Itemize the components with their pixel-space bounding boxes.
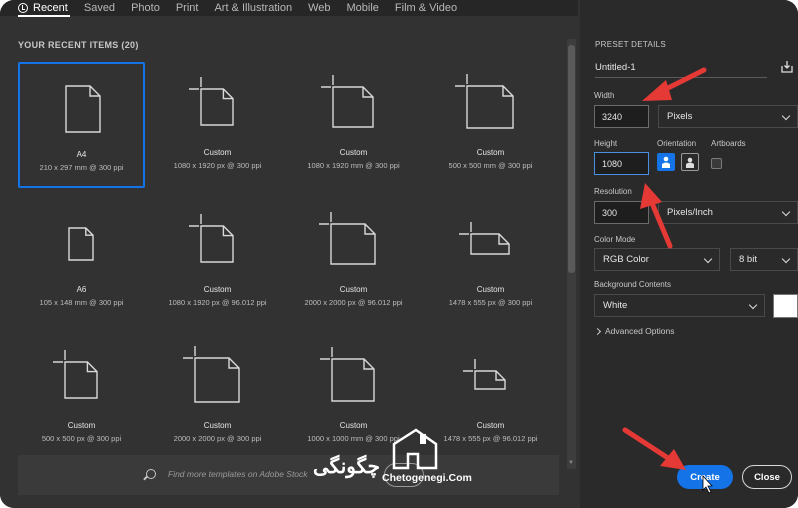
tab-print[interactable]: Print: [176, 2, 199, 14]
tab-photo[interactable]: Photo: [131, 2, 160, 14]
artboards-checkbox[interactable]: [711, 158, 722, 169]
recent-item-size: 500 x 500 px @ 300 ppi: [41, 434, 122, 443]
width-label: Width: [594, 91, 615, 100]
recent-item-name: Custom: [476, 285, 505, 294]
recent-item[interactable]: A6 105 x 148 mm @ 300 ppi: [18, 199, 145, 325]
recent-item-name: Custom: [203, 148, 232, 157]
artboards-label: Artboards: [711, 139, 746, 148]
color-mode-select[interactable]: RGB Color: [594, 248, 720, 271]
chevron-down-icon: [781, 207, 791, 217]
background-contents-label: Background Contents: [594, 280, 671, 289]
recent-item-size: 1478 x 555 px @ 300 ppi: [448, 298, 533, 307]
background-contents-select[interactable]: White: [594, 294, 765, 317]
background-color-swatch[interactable]: [773, 294, 798, 318]
recent-item-name: Custom: [203, 285, 232, 294]
landscape-orientation-button[interactable]: [681, 153, 699, 171]
recent-item-size: 2000 x 2000 px @ 300 ppi: [173, 434, 262, 443]
document-icon: [320, 347, 375, 402]
width-input[interactable]: 3240: [594, 105, 649, 128]
search-input[interactable]: Find more templates on Adobe Stock: [168, 469, 308, 479]
landscape-icon: [686, 157, 694, 168]
advanced-options-toggle[interactable]: Advanced Options: [593, 326, 674, 336]
resolution-input[interactable]: 300: [594, 201, 649, 224]
recent-item-size: 1080 x 1920 mm @ 300 ppi: [307, 161, 400, 170]
document-icon: [65, 85, 101, 133]
recent-item-name: Custom: [203, 421, 232, 430]
height-label: Height: [594, 139, 618, 148]
recent-item-size: 1080 x 1920 px @ 300 ppi: [173, 161, 262, 170]
chevron-down-icon: [781, 254, 791, 264]
scrollbar[interactable]: ▼: [567, 39, 576, 469]
width-unit-select[interactable]: Pixels: [658, 105, 798, 128]
tab-web[interactable]: Web: [308, 2, 330, 14]
tab-saved[interactable]: Saved: [84, 2, 115, 14]
tab-recent[interactable]: Recent: [18, 2, 68, 14]
close-button[interactable]: Close: [742, 465, 792, 489]
preset-details-panel: PRESET DETAILS Untitled-1 Width 3240 Pix…: [580, 0, 798, 508]
category-tabs: Recent Saved Photo Print Art & Illustrat…: [0, 0, 578, 16]
recent-item[interactable]: Custom 2000 x 2000 px @ 300 ppi: [154, 335, 281, 461]
orientation-label: Orientation: [657, 139, 697, 148]
recent-item-size: 500 x 500 mm @ 300 ppi: [448, 161, 533, 170]
chevron-down-icon: [748, 300, 758, 310]
recent-item[interactable]: Custom 1080 x 1920 mm @ 300 ppi: [290, 62, 417, 188]
tab-art-illustration[interactable]: Art & Illustration: [214, 2, 292, 14]
recent-item[interactable]: Custom 1478 x 555 px @ 300 ppi: [427, 199, 554, 325]
create-button[interactable]: Create: [677, 465, 733, 489]
chevron-down-icon: [781, 111, 791, 121]
chevron-down-icon: [703, 254, 713, 264]
document-icon: [455, 74, 514, 129]
resolution-unit-select[interactable]: Pixels/Inch: [658, 201, 798, 224]
tab-film-video[interactable]: Film & Video: [395, 2, 457, 14]
recent-item-name: Custom: [339, 148, 368, 157]
document-icon: [189, 214, 234, 263]
recent-item-name: Custom: [67, 421, 96, 430]
recent-items-title: YOUR RECENT ITEMS (20): [18, 40, 139, 50]
recent-item[interactable]: Custom 2000 x 2000 px @ 96.012 ppi: [290, 199, 417, 325]
tab-mobile[interactable]: Mobile: [347, 2, 379, 14]
search-icon: [146, 469, 156, 479]
watermark-persian-text: چگونگی: [313, 456, 381, 478]
height-input[interactable]: 1080: [594, 152, 649, 175]
chevron-right-icon: [593, 327, 602, 336]
document-icon: [183, 346, 240, 403]
recent-item-size: 2000 x 2000 px @ 96.012 ppi: [304, 298, 403, 307]
recent-item-size: 210 x 297 mm @ 300 ppi: [39, 163, 124, 172]
recent-item-name: Custom: [476, 148, 505, 157]
recent-item-size: 1080 x 1920 px @ 96.012 ppi: [168, 298, 267, 307]
document-icon: [463, 359, 506, 390]
recent-item-name: Custom: [339, 285, 368, 294]
recent-item[interactable]: Custom 1080 x 1920 px @ 96.012 ppi: [154, 199, 281, 325]
document-icon: [53, 350, 98, 399]
bit-depth-select[interactable]: 8 bit: [730, 248, 798, 271]
recent-item[interactable]: Custom 1080 x 1920 px @ 300 ppi: [154, 62, 281, 188]
watermark-text: Chetogenegi.Com: [382, 472, 472, 484]
document-name-field[interactable]: Untitled-1: [595, 56, 767, 78]
resolution-label: Resolution: [594, 187, 632, 196]
preset-details-title: PRESET DETAILS: [595, 40, 667, 49]
new-document-dialog: Recent Saved Photo Print Art & Illustrat…: [0, 0, 798, 508]
recent-item[interactable]: Custom 500 x 500 px @ 300 ppi: [18, 335, 145, 461]
recent-item[interactable]: Custom 500 x 500 mm @ 300 ppi: [427, 62, 554, 188]
document-icon: [68, 227, 94, 261]
document-icon: [319, 212, 376, 265]
portrait-icon: [662, 156, 670, 168]
recent-items-panel: YOUR RECENT ITEMS (20) A4 210 x 297 mm @ …: [0, 17, 578, 508]
scroll-down-arrow[interactable]: ▼: [568, 460, 575, 467]
document-icon: [321, 75, 374, 128]
clock-icon: [18, 3, 28, 13]
document-icon: [459, 222, 510, 255]
scrollbar-thumb[interactable]: [568, 45, 575, 273]
recent-item-name: A6: [76, 285, 87, 294]
recent-item[interactable]: A4 210 x 297 mm @ 300 ppi: [18, 62, 145, 188]
save-preset-icon[interactable]: [780, 60, 794, 74]
document-icon: [189, 77, 234, 126]
recent-item-name: A4: [76, 150, 87, 159]
color-mode-label: Color Mode: [594, 235, 636, 244]
recent-item-size: 105 x 148 mm @ 300 ppi: [39, 298, 124, 307]
portrait-orientation-button[interactable]: [657, 153, 675, 171]
